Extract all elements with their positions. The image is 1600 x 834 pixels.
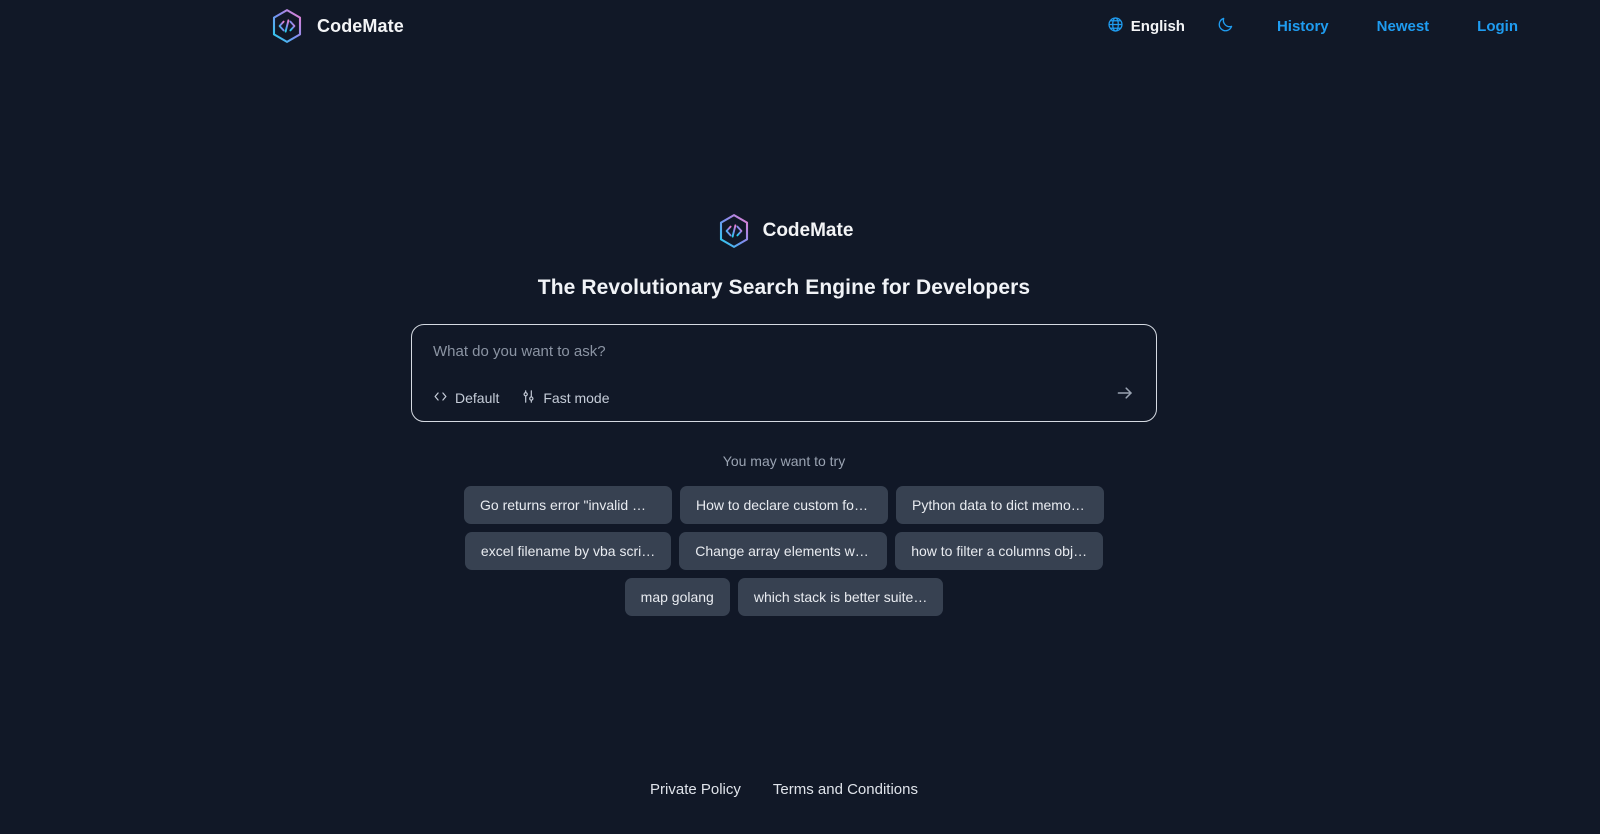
arrow-right-icon	[1115, 383, 1135, 408]
nav-link-history[interactable]: History	[1253, 18, 1353, 35]
fast-mode-label: Fast mode	[543, 390, 609, 406]
search-input[interactable]	[433, 343, 1136, 360]
suggestion-chip[interactable]: Go returns error "invalid m…	[464, 486, 672, 524]
code-brackets-icon	[433, 390, 448, 406]
footer-link-private-policy[interactable]: Private Policy	[650, 781, 741, 798]
search-box[interactable]: Default Fast mode	[411, 324, 1157, 422]
hero-section: CodeMate The Revolutionary Search Engine…	[0, 212, 1568, 616]
globe-icon	[1107, 16, 1124, 37]
search-options: Default Fast mode	[433, 389, 1136, 407]
suggestion-chip[interactable]: Python data to dict memor…	[896, 486, 1104, 524]
suggestion-chip[interactable]: excel filename by vba scri…	[465, 532, 671, 570]
sliders-tune-icon	[521, 389, 536, 407]
hero-brand-name: CodeMate	[763, 220, 854, 242]
search-submit-button[interactable]	[1114, 384, 1136, 406]
moon-icon	[1217, 15, 1235, 38]
suggestion-chip[interactable]: map golang	[625, 578, 730, 616]
app-header: CodeMate English	[0, 0, 1568, 52]
suggestion-chip[interactable]: How to declare custom fon…	[680, 486, 888, 524]
default-mode-button[interactable]: Default	[433, 390, 499, 406]
suggestions-section: You may want to try Go returns error "in…	[0, 453, 1568, 616]
page-footer: Private Policy Terms and Conditions	[0, 744, 1568, 834]
default-mode-label: Default	[455, 390, 499, 406]
suggestion-chip[interactable]: how to filter a columns obj…	[895, 532, 1103, 570]
suggestion-chip[interactable]: which stack is better suite…	[738, 578, 944, 616]
codemate-hexagon-code-logo-icon	[715, 212, 753, 250]
nav-link-login[interactable]: Login	[1453, 18, 1534, 35]
brand-logo-link[interactable]: CodeMate	[268, 7, 404, 45]
page-root: CodeMate English	[0, 0, 1568, 834]
language-label: English	[1131, 18, 1185, 35]
theme-toggle-button[interactable]	[1199, 15, 1253, 38]
brand-name: CodeMate	[317, 16, 404, 37]
main-nav: English History Newest Login	[1093, 15, 1534, 38]
hero-brand: CodeMate	[715, 212, 854, 250]
suggestion-chip-list: Go returns error "invalid m… How to decl…	[454, 486, 1114, 616]
page-title: The Revolutionary Search Engine for Deve…	[538, 276, 1030, 300]
nav-link-newest[interactable]: Newest	[1353, 18, 1454, 35]
language-selector[interactable]: English	[1093, 16, 1199, 37]
fast-mode-button[interactable]: Fast mode	[521, 389, 609, 407]
codemate-hexagon-code-logo-icon	[268, 7, 306, 45]
main-content: CodeMate The Revolutionary Search Engine…	[0, 52, 1568, 744]
footer-link-terms-and-conditions[interactable]: Terms and Conditions	[773, 781, 918, 798]
suggestion-chip[interactable]: Change array elements wit…	[679, 532, 887, 570]
suggestions-label: You may want to try	[723, 453, 845, 469]
